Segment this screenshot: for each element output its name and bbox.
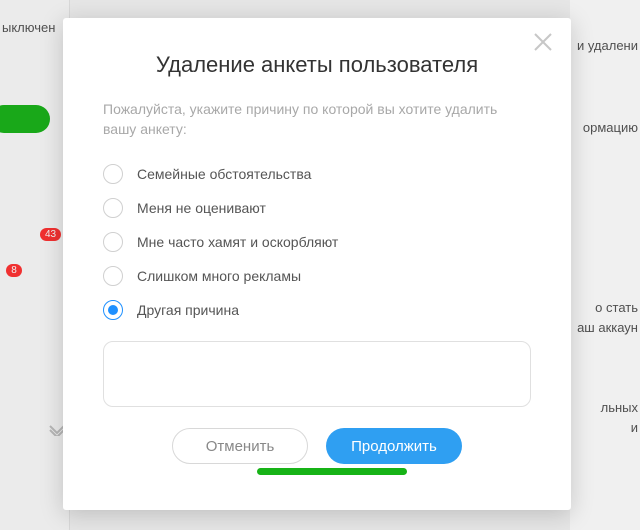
modal-title: Удаление анкеты пользователя <box>103 52 531 78</box>
reason-option[interactable]: Слишком много рекламы <box>103 259 531 293</box>
close-button[interactable] <box>529 28 557 56</box>
reason-options: Семейные обстоятельства Меня не оценивают… <box>103 157 531 327</box>
reason-option[interactable]: Семейные обстоятельства <box>103 157 531 191</box>
other-reason-input[interactable] <box>103 341 531 407</box>
close-icon <box>532 31 554 53</box>
reason-option[interactable]: Другая причина <box>103 293 531 327</box>
reason-label: Мне часто хамят и оскорбляют <box>137 234 338 250</box>
modal-buttons: Отменить Продолжить <box>103 428 531 464</box>
highlight-mark <box>257 468 407 475</box>
radio-icon <box>103 266 123 286</box>
reason-label: Слишком много рекламы <box>137 268 301 284</box>
reason-option[interactable]: Мне часто хамят и оскорбляют <box>103 225 531 259</box>
reason-label: Меня не оценивают <box>137 200 266 216</box>
reason-label: Семейные обстоятельства <box>137 166 311 182</box>
modal-prompt: Пожалуйста, укажите причину по которой в… <box>103 100 531 139</box>
radio-icon <box>103 232 123 252</box>
radio-icon <box>103 164 123 184</box>
cancel-button[interactable]: Отменить <box>172 428 308 464</box>
reason-label: Другая причина <box>137 302 239 318</box>
radio-icon <box>103 300 123 320</box>
reason-option[interactable]: Меня не оценивают <box>103 191 531 225</box>
continue-button[interactable]: Продолжить <box>326 428 462 464</box>
radio-icon <box>103 198 123 218</box>
delete-profile-modal: Удаление анкеты пользователя Пожалуйста,… <box>63 18 571 510</box>
